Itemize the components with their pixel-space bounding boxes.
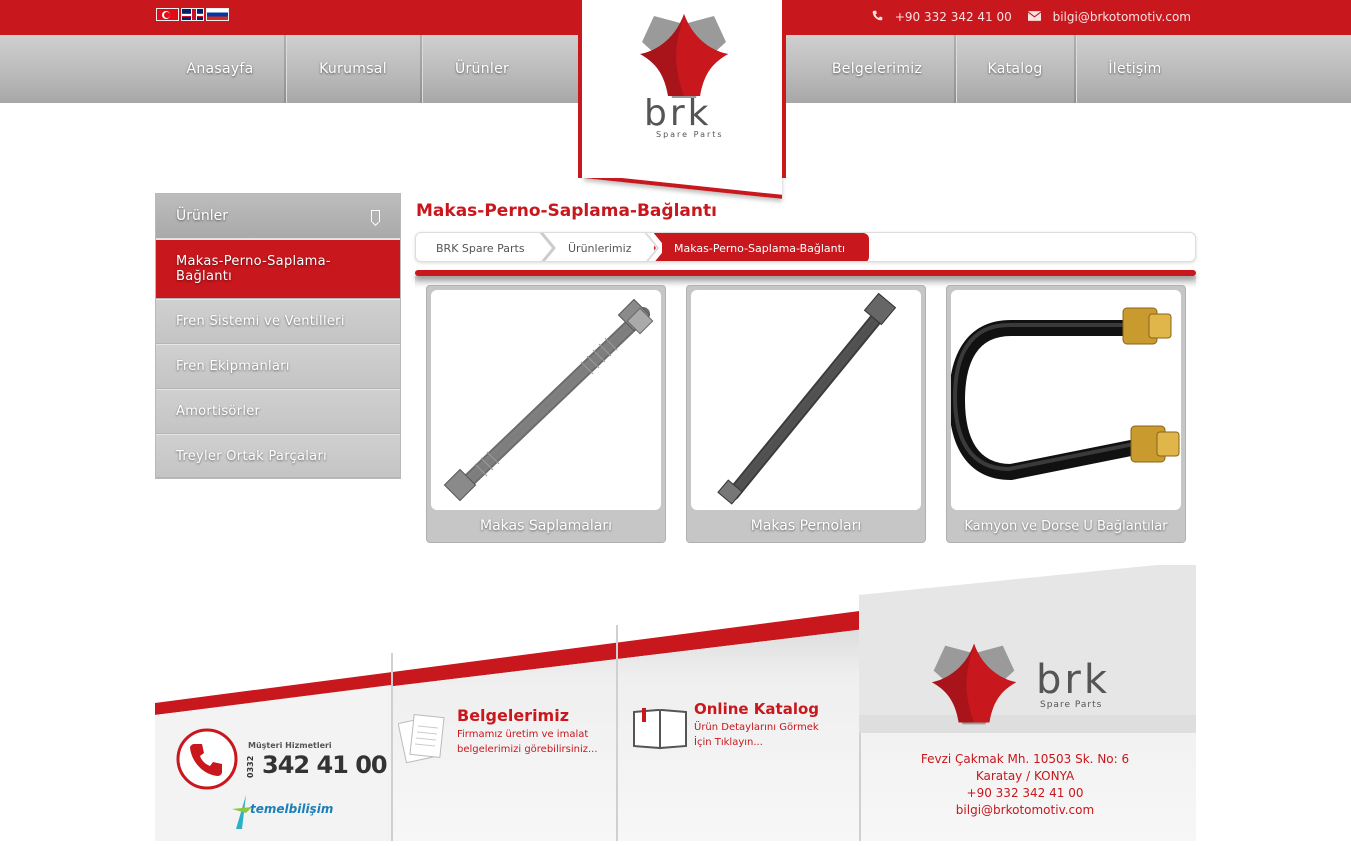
top-email-text: bilgi@brkotomotiv.com: [1052, 10, 1191, 24]
bookmark-icon: [371, 210, 380, 222]
breadcrumb-current-text: Makas-Perno-Saplama-Bağlantı: [674, 241, 846, 255]
brk-logo-icon: [640, 14, 728, 98]
catalog-block[interactable]: [632, 706, 688, 754]
documents-icon: [397, 713, 445, 764]
bolt-image: [443, 298, 654, 502]
footer-brand: brk: [1036, 657, 1110, 703]
certificates-block[interactable]: [397, 710, 450, 770]
pin-image: [717, 292, 897, 505]
nav-catalog[interactable]: Katalog: [956, 35, 1074, 103]
language-switcher: [156, 8, 229, 21]
sidebar-title: Ürünler: [156, 194, 400, 239]
product-image[interactable]: [951, 290, 1181, 510]
breadcrumb-current: Makas-Perno-Saplama-Bağlantı: [654, 233, 869, 261]
envelope-icon: [1027, 10, 1045, 24]
product-image[interactable]: [691, 290, 921, 510]
support-label: Müşteri Hizmetleri: [248, 741, 332, 750]
developer-name[interactable]: temelbilişim: [250, 802, 333, 816]
sidebar-item-label: Fren Ekipmanları: [176, 359, 290, 374]
chevron-right-icon: [643, 233, 662, 261]
sidebar-item-amortisorler[interactable]: Amortisörler: [156, 389, 400, 434]
sidebar-item-label: Treyler Ortak Parçaları: [176, 448, 327, 464]
sidebar-item-label: Makas-Perno-Saplama-Bağlantı: [176, 254, 331, 284]
sidebar-item-fren-ekipmanlari[interactable]: Fren Ekipmanları: [156, 344, 400, 389]
product-title[interactable]: Makas Saplamaları: [427, 510, 665, 542]
certificates-desc: Firmamız üretim ve imalat belgelerimizi …: [457, 729, 598, 755]
nav-home[interactable]: Anasayfa: [156, 35, 284, 103]
product-image[interactable]: [431, 290, 661, 510]
product-card-u-baglanti[interactable]: Kamyon ve Dorse U Bağlantılar: [946, 285, 1186, 543]
sidebar-item-makas[interactable]: Makas-Perno-Saplama-Bağlantı: [156, 239, 400, 299]
sidebar-item-label: Amortisörler: [176, 404, 261, 419]
certificates-title[interactable]: Belgelerimiz: [457, 706, 569, 725]
catalog-title[interactable]: Online Katalog: [694, 700, 819, 718]
chevron-right-icon: [539, 233, 556, 261]
u-bolt-image: [951, 307, 1180, 481]
address-city: Karatay / KONYA: [975, 769, 1075, 783]
nav-about[interactable]: Kurumsal: [286, 35, 420, 103]
top-contact: +90 332 342 41 00 bilgi@brkotomotiv.com: [872, 10, 1191, 24]
breadcrumb-home[interactable]: BRK Spare Parts: [436, 233, 525, 261]
sidebar-item-label: Fren Sistemi ve Ventilleri: [176, 314, 345, 329]
nav-certificates[interactable]: Belgelerimiz: [806, 35, 948, 103]
breadcrumb-products[interactable]: Ürünlerimiz: [568, 233, 631, 261]
logo-brand: brk: [644, 93, 712, 134]
product-card-perno[interactable]: Makas Pernoları: [686, 285, 926, 543]
top-phone-text: +90 332 342 41 00: [894, 10, 1012, 24]
product-title[interactable]: Kamyon ve Dorse U Bağlantılar: [947, 510, 1185, 542]
phone-icon: [176, 728, 238, 790]
support-prefix: 0332: [246, 755, 255, 778]
support-phone-block[interactable]: [176, 728, 238, 794]
footer-phone[interactable]: +90 332 342 41 00: [860, 785, 1190, 802]
breadcrumb: BRK Spare Parts Ürünlerimiz Makas-Perno-…: [415, 232, 1196, 262]
footer-address: Fevzi Çakmak Mh. 10503 Sk. No: 6 Karatay…: [860, 751, 1190, 819]
nav-contact[interactable]: İletişim: [1076, 35, 1194, 103]
support-number: 342 41 00: [262, 751, 388, 779]
developer-logo[interactable]: [232, 795, 252, 833]
sidebar-title-text: Ürünler: [176, 208, 229, 224]
top-phone[interactable]: +90 332 342 41 00: [872, 10, 1012, 24]
turkish-flag-icon[interactable]: [156, 8, 179, 21]
product-card-saplama[interactable]: Makas Saplamaları: [426, 285, 666, 543]
phone-icon: [872, 10, 887, 24]
top-email[interactable]: bilgi@brkotomotiv.com: [1027, 10, 1191, 24]
english-flag-icon[interactable]: [181, 8, 204, 21]
product-sidebar: Ürünler Makas-Perno-Saplama-Bağlantı Fre…: [155, 193, 401, 479]
book-icon: [633, 708, 687, 750]
footer-tagline: Spare Parts: [1040, 700, 1103, 710]
nav-products[interactable]: Ürünler: [422, 35, 542, 103]
product-title[interactable]: Makas Pernoları: [687, 510, 925, 542]
footer-email[interactable]: bilgi@brkotomotiv.com: [860, 802, 1190, 819]
footer-brk-logo-icon: [931, 643, 1017, 725]
logo-tagline: Spare Parts: [656, 130, 724, 139]
sidebar-item-fren-sistemi[interactable]: Fren Sistemi ve Ventilleri: [156, 299, 400, 344]
sidebar-item-treyler[interactable]: Treyler Ortak Parçaları: [156, 434, 400, 478]
address-line: Fevzi Çakmak Mh. 10503 Sk. No: 6: [920, 752, 1130, 766]
temel-bilisim-logo-icon: [232, 795, 252, 829]
catalog-desc: Ürün Detaylarını Görmek İçin Tıklayın...: [694, 722, 819, 748]
page-title: Makas-Perno-Saplama-Bağlantı: [416, 201, 717, 221]
russian-flag-icon[interactable]: [206, 8, 229, 21]
